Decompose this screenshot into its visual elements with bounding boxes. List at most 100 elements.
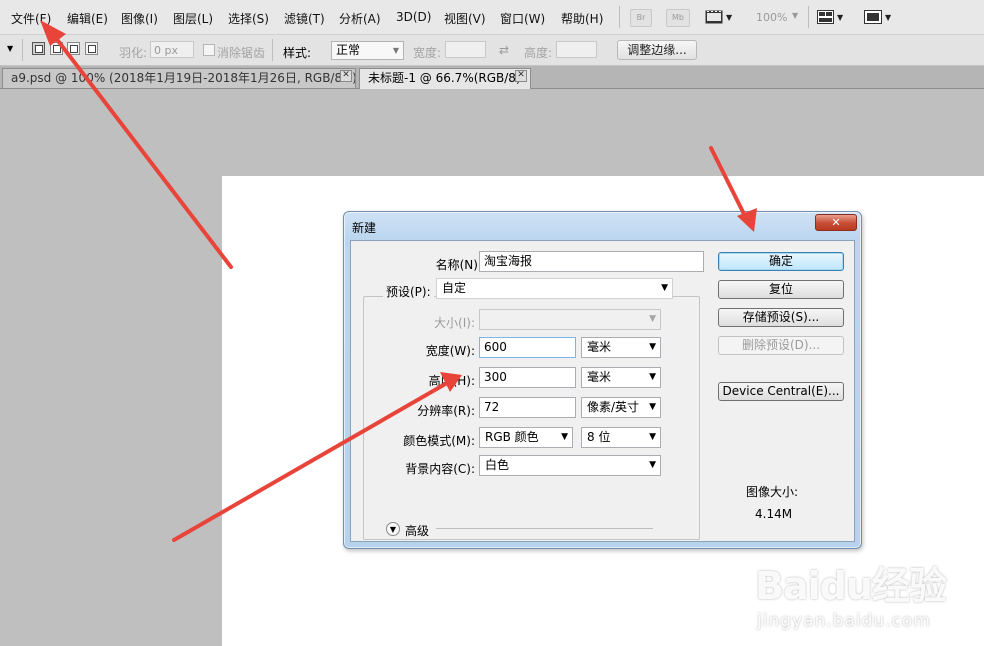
screen-mode-dropdown[interactable]: ▼ bbox=[864, 8, 891, 26]
add-to-selection-icon[interactable] bbox=[50, 42, 63, 55]
tab-label: 未标题-1 @ 66.7%(RGB/8) bbox=[368, 71, 521, 85]
bit-depth-select[interactable]: 8 位 ▼ bbox=[581, 427, 661, 448]
expand-advanced-icon[interactable]: ▼ bbox=[386, 522, 400, 536]
menu-filter[interactable]: 滤镜(T) bbox=[284, 10, 325, 27]
options-separator bbox=[272, 39, 273, 61]
extras-dropdown[interactable]: ▼ bbox=[705, 8, 732, 26]
tab-untitled-1[interactable]: 未标题-1 @ 66.7%(RGB/8) bbox=[359, 68, 531, 89]
menu-layer[interactable]: 图层(L) bbox=[173, 10, 213, 27]
arrange-documents-dropdown[interactable]: ▼ bbox=[817, 8, 843, 26]
width-label: 宽度(W): bbox=[425, 344, 475, 358]
name-label: 名称(N): bbox=[435, 258, 482, 272]
arrange-documents-icon bbox=[817, 10, 834, 24]
save-preset-button[interactable]: 存储预设(S)... bbox=[718, 308, 844, 327]
menu-image[interactable]: 图像(I) bbox=[121, 10, 158, 27]
height-input[interactable] bbox=[556, 41, 597, 58]
width-input[interactable] bbox=[445, 41, 486, 58]
dialog-close-button[interactable]: ✕ bbox=[815, 214, 857, 231]
image-size-label: 图像大小: bbox=[746, 485, 799, 499]
preset-label: 预设(P): bbox=[383, 283, 434, 300]
tab-label: a9.psd @ 100% (2018年1月19日-2018年1月26日, RG… bbox=[11, 71, 356, 85]
menu-bar: 文件(F) 编辑(E) 图像(I) 图层(L) 选择(S) 滤镜(T) 分析(A… bbox=[0, 0, 984, 35]
watermark-logo: Baidu经验 bbox=[755, 564, 947, 608]
height-unit-value: 毫米 bbox=[587, 370, 612, 384]
style-select[interactable]: 正常 ▼ bbox=[331, 41, 404, 60]
menubar-separator bbox=[619, 6, 620, 28]
screen-mode-icon bbox=[864, 10, 882, 24]
refine-edge-button[interactable]: 调整边缘... bbox=[617, 40, 697, 60]
ok-button[interactable]: 确定 bbox=[718, 252, 844, 271]
close-icon[interactable]: ✕ bbox=[515, 70, 527, 82]
feather-label: 羽化: bbox=[119, 46, 148, 60]
style-label: 样式: bbox=[283, 46, 312, 60]
tab-a9-psd[interactable]: a9.psd @ 100% (2018年1月19日-2018年1月26日, RG… bbox=[2, 68, 356, 88]
chevron-down-icon: ▼ bbox=[561, 432, 568, 442]
chevron-down-icon: ▼ bbox=[885, 12, 892, 22]
chevron-down-icon: ▼ bbox=[392, 46, 399, 55]
new-document-dialog: 新建 ✕ 名称(N): 淘宝海报 预设(P): 自定 ▼ 大小(I): ▼ 宽度… bbox=[343, 211, 862, 549]
size-label: 大小(I): bbox=[434, 316, 475, 330]
baidu-jingyan-watermark: Baidu经验 jingyan.baidu.com bbox=[755, 555, 975, 640]
chevron-down-icon: ▼ bbox=[726, 12, 733, 22]
chevron-down-icon: ▼ bbox=[649, 432, 656, 442]
menu-edit[interactable]: 编辑(E) bbox=[67, 10, 108, 27]
dialog-title: 新建 bbox=[352, 221, 377, 235]
resolution-input[interactable]: 72 bbox=[479, 397, 576, 418]
bridge-button[interactable]: Br bbox=[630, 9, 652, 27]
name-input[interactable]: 淘宝海报 bbox=[479, 251, 704, 272]
menubar-separator bbox=[808, 6, 809, 28]
height-unit-select[interactable]: 毫米 ▼ bbox=[581, 367, 661, 388]
subtract-from-selection-icon[interactable] bbox=[67, 42, 80, 55]
zoom-chevron-icon: ▼ bbox=[792, 11, 799, 20]
intersect-selection-icon[interactable] bbox=[85, 42, 98, 55]
width-unit-value: 毫米 bbox=[587, 340, 612, 354]
tool-options-bar: ▼ 羽化: 0 px 消除锯齿 样式: 正常 ▼ 宽度: ⇄ 高度: 调整边缘.… bbox=[0, 35, 984, 66]
resolution-unit-select[interactable]: 像素/英寸 ▼ bbox=[581, 397, 661, 418]
menu-window[interactable]: 窗口(W) bbox=[500, 10, 545, 27]
width-label: 宽度: bbox=[413, 46, 442, 60]
menu-analysis[interactable]: 分析(A) bbox=[339, 10, 381, 27]
height-label: 高度(H): bbox=[428, 374, 475, 388]
width-unit-select[interactable]: 毫米 ▼ bbox=[581, 337, 661, 358]
reset-button[interactable]: 复位 bbox=[718, 280, 844, 299]
chevron-down-icon: ▼ bbox=[649, 372, 656, 382]
menu-3d[interactable]: 3D(D) bbox=[396, 10, 431, 24]
color-mode-value: RGB 颜色 bbox=[485, 430, 539, 444]
menu-file[interactable]: 文件(F) bbox=[11, 10, 51, 27]
device-central-button[interactable]: Device Central(E)... bbox=[718, 382, 844, 401]
color-mode-label: 颜色模式(M): bbox=[403, 434, 475, 448]
feather-input[interactable]: 0 px bbox=[150, 41, 194, 58]
delete-preset-button: 删除预设(D)... bbox=[718, 336, 844, 355]
color-mode-select[interactable]: RGB 颜色 ▼ bbox=[479, 427, 573, 448]
dialog-body: 名称(N): 淘宝海报 预设(P): 自定 ▼ 大小(I): ▼ 宽度(W): … bbox=[350, 240, 855, 542]
background-contents-value: 白色 bbox=[485, 458, 510, 472]
size-select: ▼ bbox=[479, 309, 661, 330]
chevron-down-icon: ▼ bbox=[649, 460, 656, 470]
antialias-checkbox[interactable] bbox=[203, 44, 215, 56]
tool-preset-chevron-icon[interactable]: ▼ bbox=[7, 44, 13, 53]
menu-view[interactable]: 视图(V) bbox=[444, 10, 486, 27]
bit-depth-value: 8 位 bbox=[587, 430, 611, 444]
height-label: 高度: bbox=[524, 46, 553, 60]
menu-help[interactable]: 帮助(H) bbox=[561, 10, 603, 27]
chevron-down-icon: ▼ bbox=[649, 342, 656, 352]
film-strip-icon bbox=[705, 10, 723, 24]
style-select-value: 正常 bbox=[336, 43, 361, 57]
advanced-label[interactable]: 高级 bbox=[405, 522, 429, 539]
menu-select[interactable]: 选择(S) bbox=[228, 10, 269, 27]
advanced-divider bbox=[436, 528, 653, 529]
background-contents-label: 背景内容(C): bbox=[405, 462, 475, 476]
swap-dimensions-icon[interactable]: ⇄ bbox=[499, 43, 509, 57]
height-input[interactable]: 300 bbox=[479, 367, 576, 388]
resolution-label: 分辨率(R): bbox=[417, 404, 475, 418]
resolution-unit-value: 像素/英寸 bbox=[587, 400, 640, 414]
width-input[interactable]: 600 bbox=[479, 337, 576, 358]
mini-bridge-button[interactable]: Mb bbox=[666, 9, 690, 27]
image-size-value: 4.14M bbox=[755, 507, 793, 521]
close-icon[interactable]: ✕ bbox=[340, 70, 352, 82]
background-contents-select[interactable]: 白色 ▼ bbox=[479, 455, 661, 476]
preset-select[interactable]: 自定 ▼ bbox=[436, 278, 673, 299]
zoom-level[interactable]: 100% bbox=[756, 11, 787, 24]
new-selection-icon[interactable] bbox=[32, 42, 45, 55]
chevron-down-icon: ▼ bbox=[649, 402, 656, 412]
